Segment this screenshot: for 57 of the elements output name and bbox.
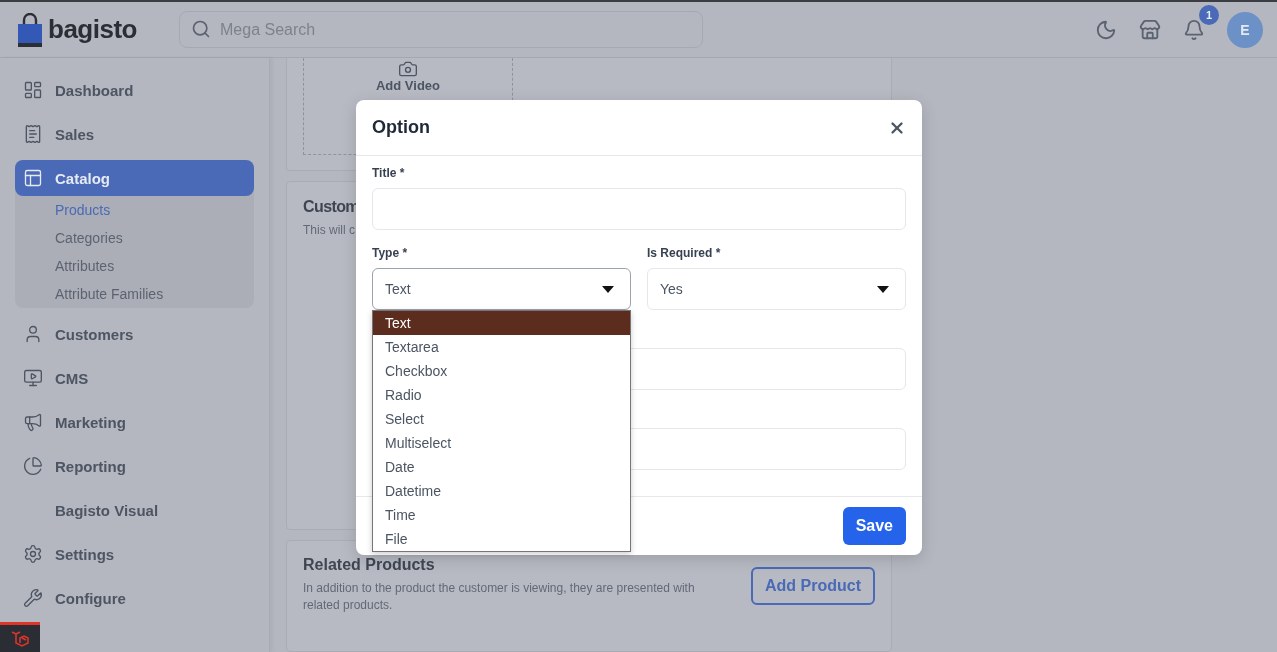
dropdown-option[interactable]: Radio <box>373 383 630 407</box>
field-label: Is Required * <box>647 245 722 261</box>
submenu-item[interactable]: Categories <box>15 224 254 252</box>
add-product-button[interactable]: Add Product <box>751 567 875 605</box>
monitor-icon <box>23 368 43 388</box>
camera-icon <box>398 59 418 79</box>
debug-bar-tab[interactable] <box>0 622 40 652</box>
field-label: Title * <box>372 165 406 181</box>
settings-icon <box>23 544 43 564</box>
dropdown-option[interactable]: Text <box>373 311 630 335</box>
wrench-icon <box>23 588 43 608</box>
cube-logo-icon <box>10 628 30 649</box>
submenu-item[interactable]: Attribute Families <box>15 280 254 308</box>
submenu-item[interactable]: Attributes <box>15 252 254 280</box>
save-button[interactable]: Save <box>842 507 906 545</box>
notification-badge: 1 <box>1199 4 1219 25</box>
dropdown-option[interactable]: Datetime <box>373 479 630 503</box>
dropdown-option[interactable]: Time <box>373 503 630 527</box>
card-description: In addition to the product the customer is viewing, they are presented with related products. <box>303 580 696 614</box>
sidebar-item[interactable]: Catalog <box>15 160 254 196</box>
dropdown-option[interactable]: Textarea <box>373 335 630 359</box>
caret-icon <box>602 285 614 293</box>
required-select[interactable]: Yes <box>647 268 906 310</box>
dialog-title: Option <box>372 117 430 138</box>
moon-icon[interactable] <box>1095 18 1117 41</box>
pie-chart-icon <box>23 456 43 476</box>
dropdown-option[interactable]: File <box>373 527 630 551</box>
sidebar-item[interactable]: Marketing <box>15 404 254 440</box>
sidebar-item[interactable]: Customers <box>15 316 254 352</box>
user-avatar[interactable]: E <box>1227 11 1263 48</box>
card-title: Related Products <box>303 556 436 574</box>
sidebar-item[interactable]: Dashboard <box>15 72 254 108</box>
sidebar-item[interactable]: CMS <box>15 360 254 396</box>
receipt-icon <box>23 124 43 144</box>
dropdown-option[interactable]: Select <box>373 407 630 431</box>
megaphone-icon <box>23 412 43 432</box>
sidebar-item[interactable]: Bagisto Visual <box>15 492 254 528</box>
bell-icon[interactable] <box>1183 18 1205 41</box>
add-video-label: Add Video <box>375 79 440 92</box>
store-icon[interactable] <box>1139 18 1161 41</box>
sidebar-item[interactable]: Configure <box>15 580 254 616</box>
type-select[interactable]: Text <box>372 268 631 310</box>
sidebar-item[interactable]: Settings <box>15 536 254 572</box>
layout-icon <box>23 168 43 188</box>
search-icon <box>191 19 211 39</box>
sidebar-item[interactable]: Reporting <box>15 448 254 484</box>
card-description: This will c <box>303 222 356 239</box>
title-input[interactable] <box>372 188 906 230</box>
logo-text: bagisto <box>48 14 137 45</box>
bag-logo-icon <box>18 12 42 47</box>
submenu-item[interactable]: Products <box>15 196 254 224</box>
sidebar-item[interactable]: Sales <box>15 116 254 152</box>
field-label: Type * <box>372 245 409 261</box>
dropdown-option[interactable]: Checkbox <box>373 359 630 383</box>
dropdown-option[interactable]: Multiselect <box>373 431 630 455</box>
caret-icon <box>877 285 889 293</box>
dropdown-option[interactable]: Date <box>373 455 630 479</box>
